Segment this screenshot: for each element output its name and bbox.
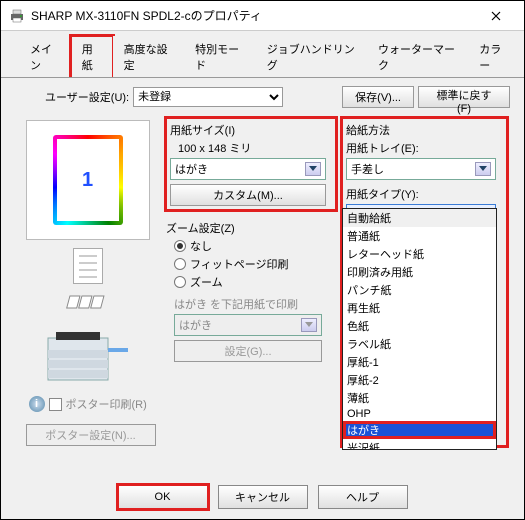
ok-button[interactable]: OK [118,485,208,509]
titlebar: SHARP MX-3110FN SPDL2-cのプロパティ [1,1,524,31]
zoom-settings-button: 設定(G)... [174,340,322,362]
zoom-radio-zoom[interactable]: ズーム [174,274,336,290]
paper-dimensions: 100 x 148 ミリ [178,140,332,156]
close-button[interactable] [476,2,516,30]
printer-illustration-icon [38,328,138,388]
tab-watermark[interactable]: ウォーターマーク [367,36,468,78]
tab-special[interactable]: 特別モード [184,36,256,78]
paper-preview: 1 [26,120,150,240]
poster-label: ポスター印刷(R) [66,396,147,412]
tray-label: 用紙トレイ(E): [346,140,503,156]
feed-group: 給紙方法 用紙トレイ(E): 手差し 用紙タイプ(Y): 自動給紙 自動給紙普通… [342,118,507,446]
save-button[interactable]: 保存(V)... [342,86,414,108]
chevron-down-icon [305,162,321,176]
zoom-radio-fit[interactable]: フィットページ印刷 [174,256,336,272]
dialog-buttons: OK キャンセル ヘルプ [1,485,524,509]
poster-row: i ポスター印刷(R) [23,396,153,412]
window-title: SHARP MX-3110FN SPDL2-cのプロパティ [31,7,476,24]
poster-checkbox[interactable] [49,398,62,411]
reset-defaults-button[interactable]: 標準に戻す(F) [418,86,510,108]
paper-type-option[interactable]: 印刷済み用紙 [343,263,496,281]
user-settings-label: ユーザー設定(U): [45,89,129,105]
preview-page-number: 1 [57,139,119,221]
hagaki-sublabel: はがき を下記用紙で印刷 [174,296,336,312]
tab-advanced[interactable]: 高度な設定 [113,36,185,78]
paper-type-option[interactable]: 再生紙 [343,299,496,317]
printer-properties-window: SHARP MX-3110FN SPDL2-cのプロパティ メイン 用紙 高度な… [0,0,525,520]
paper-type-option[interactable]: 厚紙-1 [343,353,496,371]
doc-thumb-icon [73,248,103,284]
tab-job[interactable]: ジョブハンドリング [256,36,367,78]
info-icon[interactable]: i [29,396,45,412]
paper-type-option[interactable]: パンチ紙 [343,281,496,299]
feed-group-label: 給紙方法 [346,122,503,138]
paper-type-option[interactable]: レターヘッド紙 [343,245,496,263]
user-settings-select[interactable]: 未登録 [133,87,283,107]
print-on-paper-select: はがき [174,314,322,336]
zoom-label: ズーム設定(Z) [166,220,336,236]
paper-type-option[interactable]: OHP [343,407,496,421]
tab-main[interactable]: メイン [19,36,71,78]
chevron-down-icon [475,162,491,176]
zoom-radio-none[interactable]: なし [174,238,336,254]
middle-column: 用紙サイズ(I) 100 x 148 ミリ はがき カスタム(M)... ズーム… [166,118,336,446]
cancel-button[interactable]: キャンセル [218,485,308,509]
paper-tray-select[interactable]: 手差し [346,158,496,180]
paper-type-option[interactable]: 色紙 [343,317,496,335]
paper-size-group: 用紙サイズ(I) 100 x 148 ミリ はがき カスタム(M)... [166,118,336,210]
poster-settings-button: ポスター設定(N)... [26,424,156,446]
paper-type-option[interactable]: ラベル紙 [343,335,496,353]
paper-type-option[interactable]: 薄紙 [343,389,496,407]
zoom-group: ズーム設定(Z) なし フィットページ印刷 ズーム はがき を下記用紙で印刷 は… [166,220,336,362]
paper-type-option[interactable]: 光沢紙 [343,439,496,450]
paper-type-option[interactable]: 厚紙-2 [343,371,496,389]
left-column: 1 [15,118,160,446]
paper-type-option[interactable]: はがき [343,421,496,439]
paper-type-dropdown-list[interactable]: 自動給紙普通紙レターヘッド紙印刷済み用紙パンチ紙再生紙色紙ラベル紙厚紙-1厚紙-… [342,208,497,450]
tab-content: ユーザー設定(U): 未登録 保存(V)... 標準に戻す(F) 1 [1,77,524,495]
user-settings-row: ユーザー設定(U): 未登録 保存(V)... 標準に戻す(F) [15,86,510,108]
paper-size-label: 用紙サイズ(I) [170,122,332,138]
paper-type-label: 用紙タイプ(Y): [346,186,503,202]
tab-paper[interactable]: 用紙 [71,36,113,78]
tab-color[interactable]: カラー [468,36,520,78]
tray-icons [63,292,113,314]
paper-type-option[interactable]: 普通紙 [343,227,496,245]
tab-bar: メイン 用紙 高度な設定 特別モード ジョブハンドリング ウォーターマーク カラ… [1,31,524,77]
paper-type-option[interactable]: 自動給紙 [343,209,496,227]
printer-icon [9,8,25,24]
chevron-down-icon [301,318,317,332]
help-button[interactable]: ヘルプ [318,485,408,509]
custom-size-button[interactable]: カスタム(M)... [170,184,326,206]
paper-size-select[interactable]: はがき [170,158,326,180]
